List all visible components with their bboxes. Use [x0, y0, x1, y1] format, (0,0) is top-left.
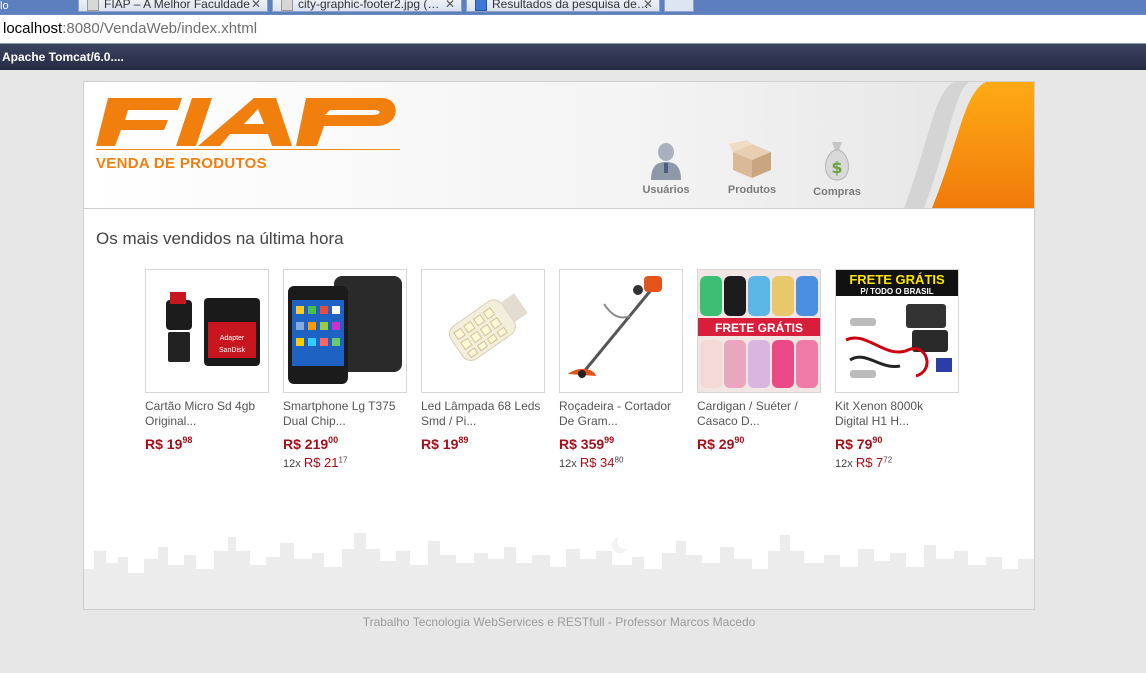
site-header: VENDA DE PRODUTOS Usuários Produtos $ Co… — [84, 82, 1034, 209]
installment-cents: 17 — [338, 455, 348, 465]
product-card[interactable]: Adapter SanDisk Cartão Micro Sd 4gb Orig… — [145, 269, 269, 452]
price-integer: R$ 79 — [835, 436, 873, 452]
product-name[interactable]: Cardigan / Suéter / Casaco D... — [697, 399, 821, 429]
product-card[interactable]: FRETE GRÁTIS P/ TODO O BRASIL Kit Xenon … — [835, 269, 959, 470]
product-price: R$ 2990 — [697, 435, 821, 452]
product-price: R$ 21900 — [283, 435, 407, 452]
nav-produtos[interactable]: Produtos — [712, 140, 792, 196]
product-card[interactable]: Roçadeira - Cortador De Gram... R$ 35999… — [559, 269, 683, 470]
nav-label: Compras — [813, 186, 861, 198]
price-cents: 90 — [734, 435, 745, 445]
price-cents: 99 — [604, 435, 615, 445]
xenon-kit-image[interactable]: FRETE GRÁTIS P/ TODO O BRASIL — [835, 269, 959, 393]
installments: 12x R$ 3480 — [559, 455, 683, 470]
trimmer-image[interactable] — [559, 269, 683, 393]
badge-text: FRETE GRÁTIS — [715, 320, 803, 335]
svg-text:$: $ — [831, 158, 842, 177]
tab-label: Resultados da pesquisa de… — [492, 0, 649, 11]
product-card[interactable]: FRETE GRÁTIS Cardigan / Suéter / Casaco … — [697, 269, 821, 452]
product-name[interactable]: Kit Xenon 8000k Digital H1 H... — [835, 399, 959, 429]
sd-card-image[interactable]: Adapter SanDisk — [145, 269, 269, 393]
close-icon[interactable]: ✕ — [643, 0, 653, 11]
price-cents: 90 — [872, 435, 883, 445]
bookmarks-bar: Apache Tomcat/6.0.... — [0, 44, 1146, 70]
tab-fiap[interactable]: FIAP – A Melhor Faculdade ✕ — [78, 0, 268, 12]
price-integer: R$ 29 — [697, 436, 735, 452]
product-price: R$ 7990 — [835, 435, 959, 452]
money-bag-icon: $ — [825, 142, 849, 181]
svg-text:Adapter: Adapter — [220, 335, 245, 342]
section-title: Os mais vendidos na última hora — [96, 229, 344, 248]
tab-search-results[interactable]: Resultados da pesquisa de… ✕ — [466, 0, 660, 12]
installment-count: 12x — [559, 458, 577, 470]
installment-integer: R$ 7 — [855, 455, 884, 470]
price-cents: 00 — [328, 435, 339, 445]
tab-fragment[interactable]: lo — [0, 0, 9, 12]
product-price: R$ 35999 — [559, 435, 683, 452]
badge-subtext: P/ TODO O BRASIL — [860, 287, 933, 296]
nav-label: Produtos — [727, 184, 777, 196]
page-icon — [87, 0, 99, 11]
page-container: VENDA DE PRODUTOS Usuários Produtos $ Co… — [83, 81, 1035, 610]
tab-label: FIAP – A Melhor Faculdade — [104, 0, 250, 11]
product-price: R$ 1989 — [421, 435, 545, 452]
nav-label: Usuários — [642, 184, 690, 196]
browser-tabstrip: lo FIAP – A Melhor Faculdade ✕ city-grap… — [0, 0, 1146, 14]
installment-cents: 72 — [883, 455, 893, 465]
product-name[interactable]: Led Lâmpada 68 Leds Smd / Pi... — [421, 399, 545, 429]
price-integer: R$ 19 — [145, 436, 183, 452]
price-cents: 98 — [182, 435, 193, 445]
new-tab-button[interactable] — [664, 0, 694, 12]
address-bar[interactable]: localhost:8080/VendaWeb/index.xhtml — [0, 14, 1146, 44]
cardigan-image[interactable]: FRETE GRÁTIS — [697, 269, 821, 393]
installment-count: 12x — [835, 458, 853, 470]
nav-usuarios[interactable]: Usuários — [626, 140, 706, 196]
price-integer: R$ 359 — [559, 436, 605, 452]
city-skyline-graphic — [84, 533, 1034, 609]
close-icon[interactable]: ✕ — [251, 0, 261, 11]
installment-integer: R$ 21 — [303, 455, 339, 470]
price-integer: R$ 219 — [283, 436, 329, 452]
installments: 12x R$ 2117 — [283, 455, 407, 470]
badge-text: FRETE GRÁTIS — [849, 272, 945, 287]
product-name[interactable]: Cartão Micro Sd 4gb Original... — [145, 399, 269, 429]
product-card[interactable]: Led Lâmpada 68 Leds Smd / Pi... R$ 1989 — [421, 269, 545, 452]
product-name[interactable]: Smartphone Lg T375 Dual Chip... — [283, 399, 407, 429]
product-price: R$ 1998 — [145, 435, 269, 452]
google-icon — [475, 0, 487, 11]
url-host: localhost — [3, 20, 63, 37]
svg-text:SanDisk: SanDisk — [219, 347, 246, 354]
installment-integer: R$ 34 — [579, 455, 615, 470]
url-path: :8080/VendaWeb/index.xhtml — [62, 20, 258, 37]
led-lamp-image[interactable] — [421, 269, 545, 393]
user-icon — [651, 143, 681, 180]
tab-image[interactable]: city-graphic-footer2.jpg (… ✕ — [272, 0, 462, 12]
installment-count: 12x — [283, 458, 301, 470]
price-cents: 89 — [458, 435, 469, 445]
logo-underline — [96, 149, 400, 150]
url-text[interactable]: localhost:8080/VendaWeb/index.xhtml — [3, 20, 257, 37]
nav-compras[interactable]: $ Compras — [797, 140, 877, 198]
product-card[interactable]: Smartphone Lg T375 Dual Chip... R$ 21900… — [283, 269, 407, 470]
tab-label: city-graphic-footer2.jpg (… — [298, 0, 440, 11]
installment-cents: 80 — [614, 455, 624, 465]
installments: 12x R$ 772 — [835, 455, 959, 470]
page-icon — [281, 0, 293, 11]
product-name[interactable]: Roçadeira - Cortador De Gram... — [559, 399, 683, 429]
bookmark-tomcat[interactable]: Apache Tomcat/6.0.... — [2, 50, 124, 64]
price-integer: R$ 19 — [421, 436, 459, 452]
header-swoosh — [904, 82, 1034, 208]
box-icon — [729, 140, 771, 178]
fiap-logo — [96, 98, 396, 146]
close-icon[interactable]: ✕ — [445, 0, 455, 11]
footer-text: Trabalho Tecnologia WebServices e RESTfu… — [362, 615, 756, 629]
site-subtitle: VENDA DE PRODUTOS — [96, 155, 267, 172]
smartphone-image[interactable] — [283, 269, 407, 393]
